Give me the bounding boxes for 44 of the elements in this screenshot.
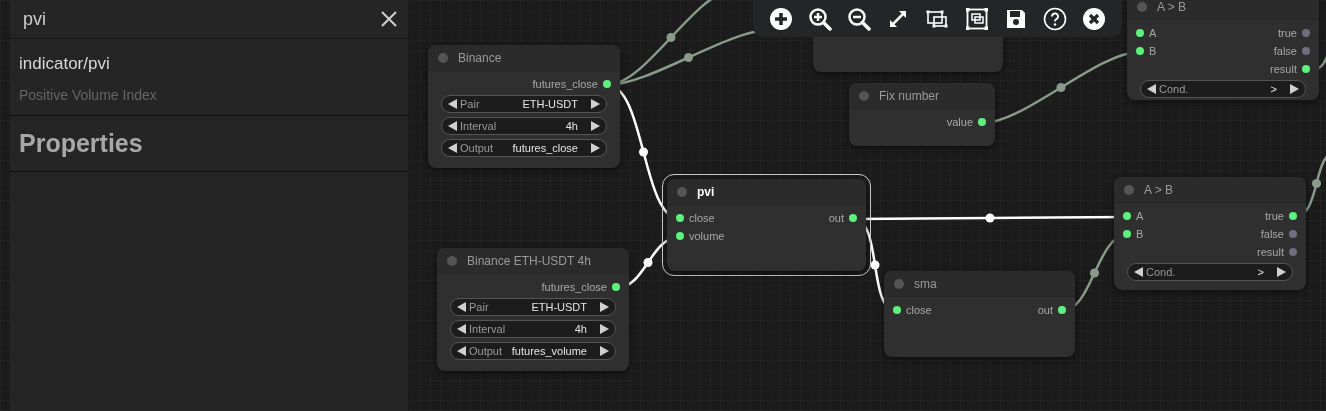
node-card[interactable]: Binance futures_close Pair ETH-USDT Interval 4h Output futures_close (428, 45, 620, 168)
slot-label: out (1037, 302, 1053, 318)
node-title: Binance ETH-USDT 4h (467, 252, 591, 270)
slot-label: value (946, 114, 973, 130)
node-card[interactable]: pvi close out volume (667, 179, 866, 271)
combo-widget[interactable]: Output futures_volume (450, 342, 616, 360)
combo-widget[interactable]: Interval 4h (450, 320, 616, 338)
node-type: indicator/pvi (19, 54, 110, 74)
slot-label: close (906, 302, 932, 318)
node-card[interactable]: sma close out (884, 271, 1075, 357)
slot-label: A (1136, 208, 1144, 224)
combo-widget[interactable]: Pair ETH-USDT (441, 95, 607, 113)
slot-label: true (1278, 25, 1297, 41)
node-card[interactable]: Binance ETH-USDT 4h futures_close Pair ETH-USDT Interval 4h Output futures_volume (437, 248, 629, 371)
combo-widget[interactable]: Output futures_close (441, 139, 607, 157)
combo-widget[interactable]: Cond. > (1127, 263, 1293, 281)
node-title: pvi (697, 183, 715, 201)
slot-label: volume (689, 228, 725, 244)
panel-title: pvi (23, 7, 46, 31)
slot-label: false (1260, 226, 1284, 242)
node-description: Positive Volume Index (19, 87, 157, 103)
slot-label: futures_close (532, 76, 598, 92)
slot-label: close (689, 210, 715, 226)
slot-label: futures_close (541, 279, 607, 295)
node-title: sma (914, 275, 937, 293)
slot-label: out (828, 210, 844, 226)
node-card[interactable]: A > B A true B false result Cond. > (1127, 0, 1319, 100)
node-title: A > B (1144, 181, 1174, 199)
node-card[interactable]: Fix number value (849, 83, 995, 146)
node-title: A > B (1157, 0, 1187, 16)
slot-label: false (1273, 43, 1297, 59)
section-heading: Properties (19, 129, 143, 157)
slot-label: result (1270, 61, 1297, 77)
slot-label: B (1149, 43, 1157, 59)
combo-widget[interactable]: Pair ETH-USDT (450, 298, 616, 316)
slot-label: A (1149, 25, 1157, 41)
combo-widget[interactable]: Cond. > (1140, 80, 1306, 98)
combo-widget[interactable]: Interval 4h (441, 117, 607, 135)
slot-label: B (1136, 226, 1144, 242)
slot-label: result (1257, 244, 1284, 260)
node-title: Binance (458, 49, 502, 67)
node-title: Fix number (879, 87, 940, 105)
slot-label: true (1265, 208, 1284, 224)
node-card[interactable]: A > B A true B false result Cond. > (1114, 177, 1306, 290)
